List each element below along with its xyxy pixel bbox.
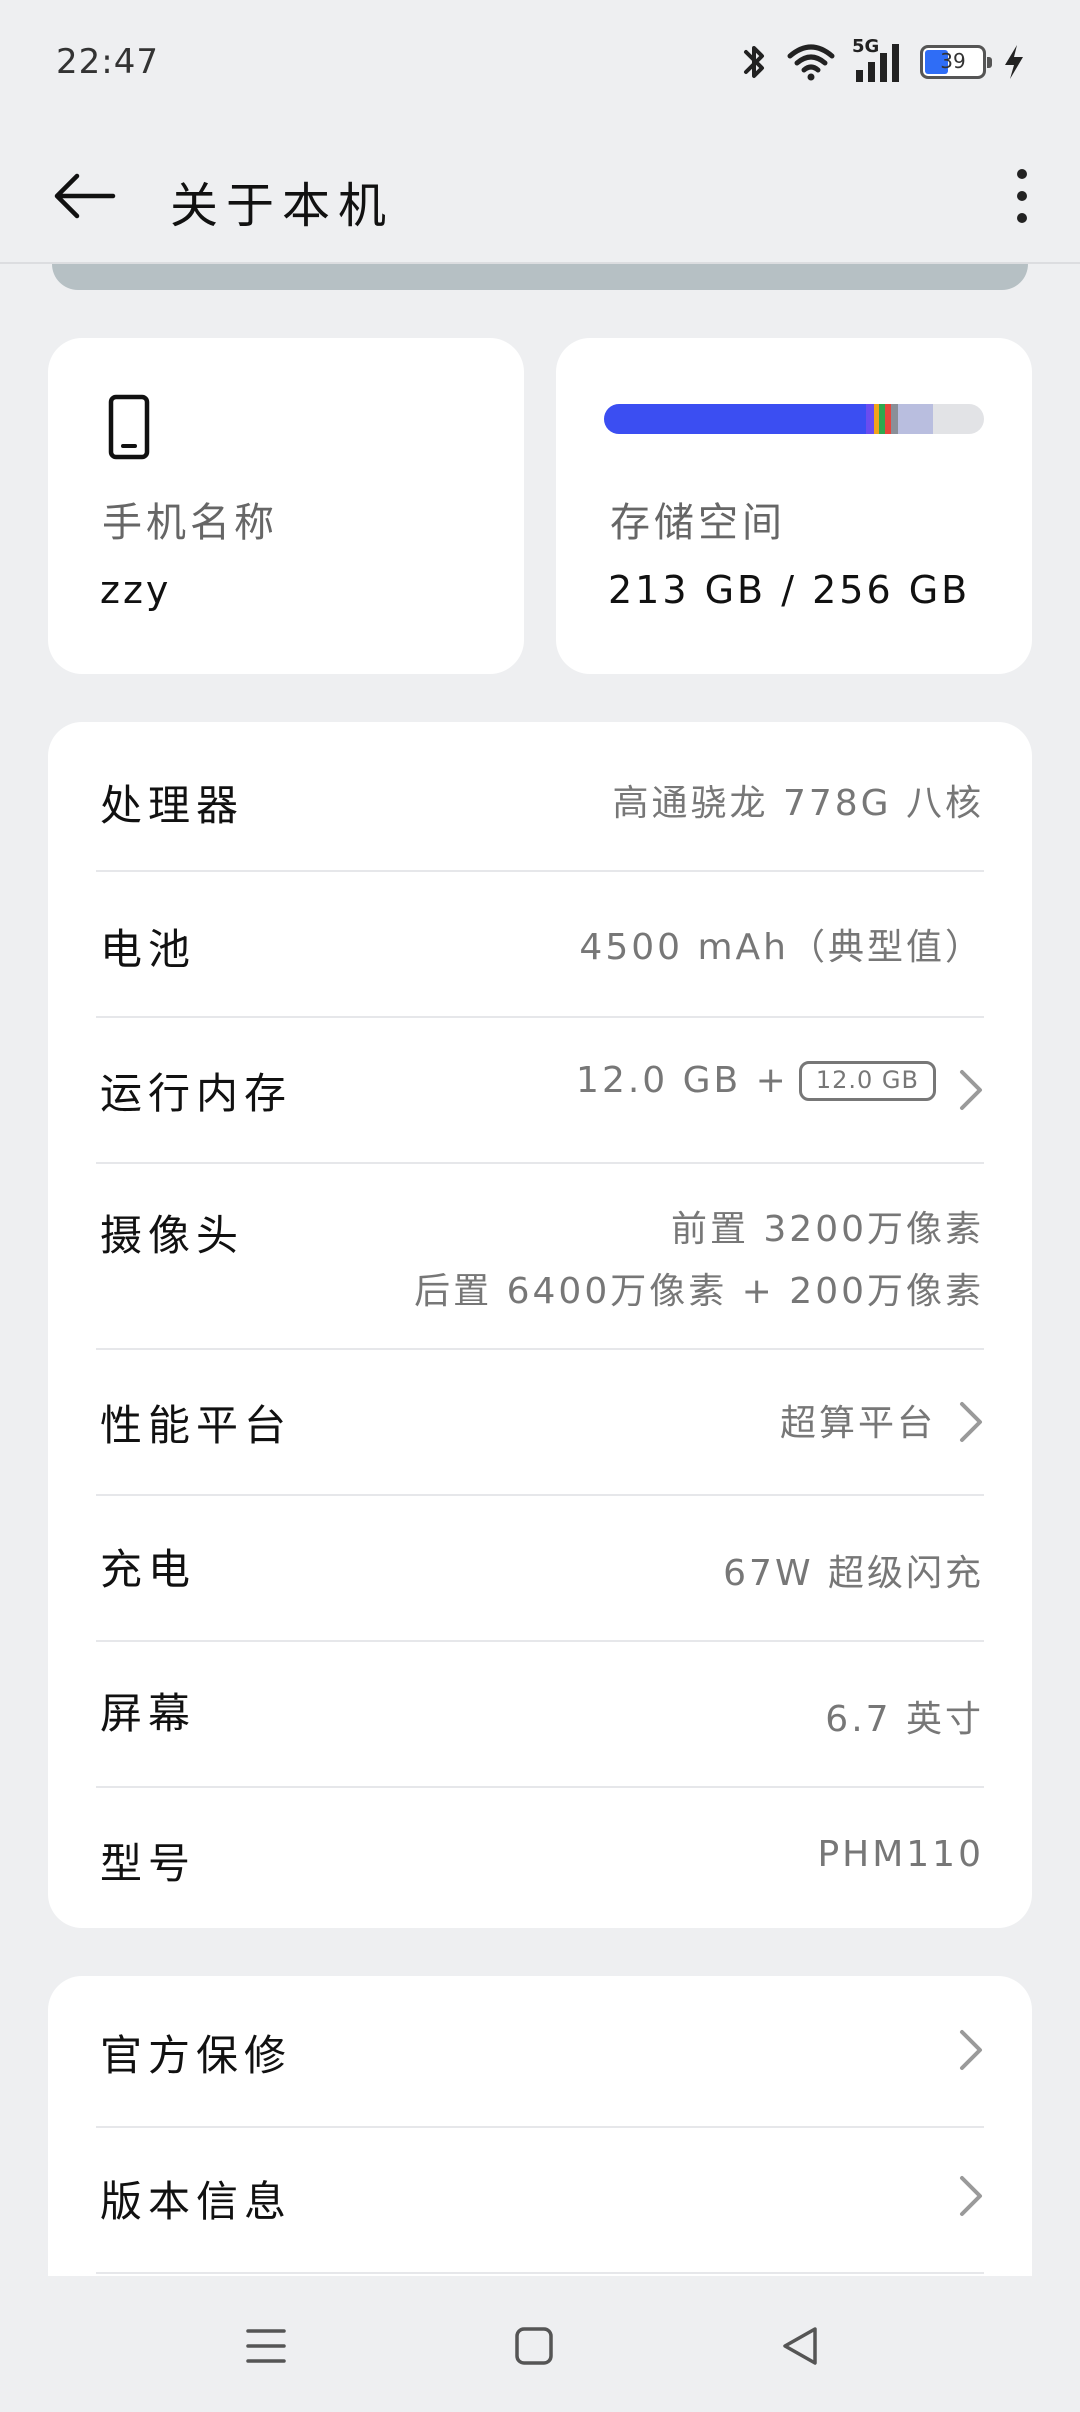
signal-5g-icon: 5G bbox=[852, 36, 904, 84]
camera-rear-value: 后置 6400万像素 + 200万像素 bbox=[414, 1271, 984, 1312]
ram-base: 12.0 GB + bbox=[576, 1060, 789, 1101]
banner-remnant bbox=[52, 264, 1028, 290]
spec-value: 超算平台 bbox=[779, 1403, 936, 1444]
spec-value: 4500 mAh（典型值） bbox=[579, 927, 984, 968]
menu-item-label: 官方保修 bbox=[100, 2031, 293, 2080]
phone-icon bbox=[108, 394, 150, 460]
spec-label: 型号 bbox=[100, 1839, 197, 1888]
back-button[interactable] bbox=[46, 158, 122, 234]
storage-segment bbox=[890, 404, 899, 434]
spec-label: 摄像头 bbox=[100, 1211, 245, 1260]
more-vertical-icon[interactable] bbox=[992, 154, 1052, 238]
spec-label: 屏幕 bbox=[100, 1689, 197, 1738]
spec-row-battery: 电池 4500 mAh（典型值） bbox=[48, 872, 1032, 1016]
spec-label: 充电 bbox=[100, 1545, 197, 1594]
spec-row-camera: 摄像头 前置 3200万像素 后置 6400万像素 + 200万像素 bbox=[48, 1164, 1032, 1348]
spec-row-charging: 充电 67W 超级闪充 bbox=[48, 1496, 1032, 1640]
status-icons: 5G 39 bbox=[740, 36, 1026, 88]
spec-row-ram[interactable]: 运行内存 12.0 GB +12.0 GB bbox=[48, 1018, 1032, 1162]
chevron-right-icon bbox=[960, 1070, 982, 1110]
status-time: 22:47 bbox=[56, 42, 159, 82]
spec-row-processor: 处理器 高通骁龙 778G 八核 bbox=[48, 722, 1032, 868]
storage-usage-bar bbox=[604, 404, 984, 434]
status-bar: 22:47 5G 39 bbox=[0, 0, 1080, 120]
battery-level: 39 bbox=[940, 49, 966, 73]
back-triangle-icon[interactable] bbox=[770, 2316, 830, 2376]
menu-item-warranty[interactable]: 官方保修 bbox=[48, 1976, 1032, 2122]
spec-label: 处理器 bbox=[100, 781, 245, 830]
chevron-right-icon bbox=[960, 2176, 982, 2216]
app-header: 关于本机 bbox=[0, 130, 1080, 260]
about-phone-screen: 22:47 5G 39 关于本机 手机名称 zzy 存储空间 213 GB / … bbox=[0, 0, 1080, 2412]
spec-value: 6.7 英寸 bbox=[825, 1699, 984, 1740]
menu-card: 官方保修 版本信息 bbox=[48, 1976, 1032, 2276]
storage-label: 存储空间 bbox=[610, 500, 786, 546]
arrow-left-icon bbox=[54, 173, 116, 219]
device-name-label: 手机名称 bbox=[102, 500, 278, 546]
storage-value: 213 GB / 256 GB bbox=[608, 568, 971, 612]
spec-value: 67W 超级闪充 bbox=[723, 1553, 984, 1594]
spec-label: 运行内存 bbox=[100, 1069, 293, 1118]
navigation-bar bbox=[0, 2280, 1080, 2412]
spec-list-card: 处理器 高通骁龙 778G 八核 电池 4500 mAh（典型值） 运行内存 1… bbox=[48, 722, 1032, 1928]
spec-row-screen: 屏幕 6.7 英寸 bbox=[48, 1642, 1032, 1786]
page-title: 关于本机 bbox=[170, 178, 395, 234]
spec-row-model: 型号 PHM110 bbox=[48, 1788, 1032, 1928]
spec-label: 性能平台 bbox=[100, 1401, 293, 1450]
chevron-right-icon bbox=[960, 2030, 982, 2070]
bluetooth-icon bbox=[740, 42, 770, 82]
storage-segment bbox=[898, 404, 933, 434]
spec-row-performance[interactable]: 性能平台 超算平台 bbox=[48, 1350, 1032, 1494]
storage-segment bbox=[866, 404, 874, 434]
device-name-card[interactable]: 手机名称 zzy bbox=[48, 338, 524, 674]
menu-item-label: 版本信息 bbox=[100, 2177, 293, 2226]
spec-label: 电池 bbox=[100, 925, 197, 974]
device-name-value: zzy bbox=[100, 568, 172, 612]
spec-value: PHM110 bbox=[817, 1834, 984, 1875]
battery-icon: 39 bbox=[920, 45, 992, 79]
storage-card[interactable]: 存储空间 213 GB / 256 GB bbox=[556, 338, 1032, 674]
charging-icon bbox=[1002, 43, 1026, 81]
storage-segment bbox=[604, 404, 867, 434]
ram-expansion-badge: 12.0 GB bbox=[798, 1061, 936, 1101]
chevron-right-icon bbox=[960, 1402, 982, 1442]
menu-icon[interactable] bbox=[236, 2316, 296, 2376]
camera-front-value: 前置 3200万像素 bbox=[670, 1209, 984, 1250]
wifi-icon bbox=[786, 42, 836, 82]
spec-value: 12.0 GB +12.0 GB bbox=[576, 1060, 936, 1101]
spec-value: 高通骁龙 778G 八核 bbox=[612, 783, 984, 824]
home-square-icon[interactable] bbox=[504, 2316, 564, 2376]
menu-item-version[interactable]: 版本信息 bbox=[48, 2128, 1032, 2272]
